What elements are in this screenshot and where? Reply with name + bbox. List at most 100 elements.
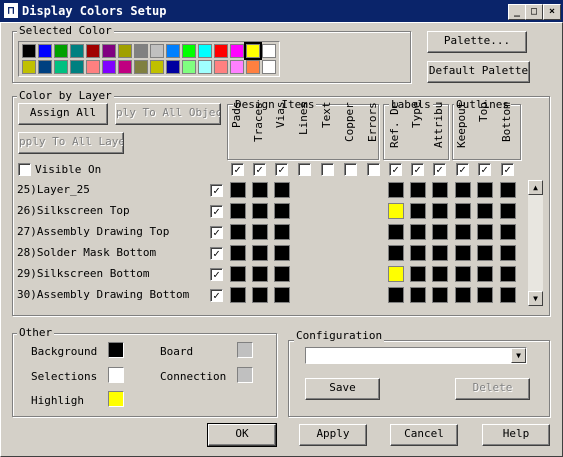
layer-color-cell[interactable] bbox=[388, 287, 404, 303]
connection-color-swatch[interactable] bbox=[237, 367, 253, 383]
layer-color-cell[interactable] bbox=[410, 224, 426, 240]
layer-color-cell[interactable] bbox=[477, 182, 493, 198]
layer-color-cell[interactable] bbox=[477, 266, 493, 282]
column-visible-checkbox[interactable]: ✓ bbox=[456, 163, 469, 176]
layer-visible-checkbox[interactable]: ✓ bbox=[210, 205, 223, 218]
layer-color-cell[interactable] bbox=[432, 287, 448, 303]
layer-color-cell[interactable] bbox=[230, 224, 246, 240]
palette-swatch[interactable] bbox=[244, 42, 262, 60]
layer-color-cell[interactable] bbox=[252, 266, 268, 282]
palette-swatch[interactable] bbox=[150, 44, 164, 58]
palette-swatch[interactable] bbox=[118, 44, 132, 58]
palette-swatch[interactable] bbox=[182, 44, 196, 58]
layer-color-cell[interactable] bbox=[274, 224, 290, 240]
layer-color-cell[interactable] bbox=[274, 287, 290, 303]
layer-color-cell[interactable] bbox=[410, 182, 426, 198]
palette-swatch[interactable] bbox=[70, 60, 84, 74]
layer-color-cell[interactable] bbox=[477, 224, 493, 240]
layer-color-cell[interactable] bbox=[455, 266, 471, 282]
layer-color-cell[interactable] bbox=[388, 266, 404, 282]
palette-swatch[interactable] bbox=[134, 60, 148, 74]
background-color-swatch[interactable] bbox=[108, 342, 124, 358]
palette-swatch[interactable] bbox=[166, 60, 180, 74]
layer-color-cell[interactable] bbox=[432, 245, 448, 261]
layer-color-cell[interactable] bbox=[252, 203, 268, 219]
layer-color-cell[interactable] bbox=[274, 203, 290, 219]
layer-color-cell[interactable] bbox=[274, 245, 290, 261]
layer-color-cell[interactable] bbox=[230, 245, 246, 261]
layer-color-cell[interactable] bbox=[500, 245, 516, 261]
palette-swatch[interactable] bbox=[54, 60, 68, 74]
layer-color-cell[interactable] bbox=[388, 224, 404, 240]
layer-color-cell[interactable] bbox=[432, 182, 448, 198]
palette-swatch[interactable] bbox=[198, 44, 212, 58]
layer-color-cell[interactable] bbox=[274, 182, 290, 198]
palette-swatch[interactable] bbox=[182, 60, 196, 74]
cancel-button[interactable]: Cancel bbox=[390, 424, 458, 446]
column-visible-checkbox[interactable]: ✓ bbox=[231, 163, 244, 176]
selections-color-swatch[interactable] bbox=[108, 367, 124, 383]
layer-color-cell[interactable] bbox=[252, 287, 268, 303]
palette-swatch[interactable] bbox=[214, 44, 228, 58]
palette-swatch[interactable] bbox=[22, 44, 36, 58]
close-button[interactable]: × bbox=[543, 4, 561, 20]
palette-button[interactable]: Palette... bbox=[427, 31, 527, 53]
layer-color-cell[interactable] bbox=[230, 266, 246, 282]
layer-color-cell[interactable] bbox=[455, 182, 471, 198]
delete-button[interactable]: Delete bbox=[455, 378, 530, 400]
palette-swatch[interactable] bbox=[70, 44, 84, 58]
visible-on-checkbox[interactable] bbox=[18, 163, 31, 176]
palette-swatch[interactable] bbox=[246, 60, 260, 74]
palette-swatch[interactable] bbox=[118, 60, 132, 74]
layer-color-cell[interactable] bbox=[432, 224, 448, 240]
layer-color-cell[interactable] bbox=[252, 224, 268, 240]
layer-visible-checkbox[interactable]: ✓ bbox=[210, 289, 223, 302]
palette-swatch[interactable] bbox=[166, 44, 180, 58]
configuration-dropdown[interactable]: ▼ bbox=[305, 347, 527, 364]
palette-swatch[interactable] bbox=[230, 60, 244, 74]
layer-visible-checkbox[interactable]: ✓ bbox=[210, 184, 223, 197]
layer-color-cell[interactable] bbox=[388, 245, 404, 261]
layer-color-cell[interactable] bbox=[500, 182, 516, 198]
apply-button[interactable]: Apply bbox=[299, 424, 367, 446]
palette-swatch[interactable] bbox=[198, 60, 212, 74]
highlight-color-swatch[interactable] bbox=[108, 391, 124, 407]
palette-swatch[interactable] bbox=[102, 60, 116, 74]
board-color-swatch[interactable] bbox=[237, 342, 253, 358]
column-visible-checkbox[interactable]: ✓ bbox=[501, 163, 514, 176]
layer-color-cell[interactable] bbox=[410, 203, 426, 219]
layer-color-cell[interactable] bbox=[388, 182, 404, 198]
palette-swatch[interactable] bbox=[230, 44, 244, 58]
palette-swatch[interactable] bbox=[262, 44, 276, 58]
ok-button[interactable]: OK bbox=[207, 423, 277, 447]
palette-swatch[interactable] bbox=[38, 44, 52, 58]
maximize-button[interactable]: □ bbox=[525, 4, 543, 20]
layer-color-cell[interactable] bbox=[500, 203, 516, 219]
help-button[interactable]: Help bbox=[482, 424, 550, 446]
layer-color-cell[interactable] bbox=[274, 266, 290, 282]
layer-color-cell[interactable] bbox=[455, 203, 471, 219]
layer-color-cell[interactable] bbox=[500, 224, 516, 240]
palette-swatch[interactable] bbox=[262, 60, 276, 74]
chevron-down-icon[interactable]: ▼ bbox=[511, 348, 526, 363]
column-visible-checkbox[interactable]: ✓ bbox=[478, 163, 491, 176]
palette-swatch[interactable] bbox=[86, 44, 100, 58]
layer-color-cell[interactable] bbox=[230, 203, 246, 219]
layer-color-cell[interactable] bbox=[500, 266, 516, 282]
assign-all-button[interactable]: Assign All bbox=[18, 103, 108, 125]
layer-visible-checkbox[interactable]: ✓ bbox=[210, 268, 223, 281]
layer-color-cell[interactable] bbox=[477, 245, 493, 261]
minimize-button[interactable]: _ bbox=[508, 4, 526, 20]
palette-swatch[interactable] bbox=[134, 44, 148, 58]
layer-color-cell[interactable] bbox=[432, 266, 448, 282]
layer-color-cell[interactable] bbox=[252, 245, 268, 261]
default-palette-button[interactable]: Default Palette bbox=[427, 61, 530, 83]
layer-color-cell[interactable] bbox=[230, 182, 246, 198]
layer-color-cell[interactable] bbox=[455, 245, 471, 261]
apply-to-all-layers-button[interactable]: pply To All Layer bbox=[18, 132, 124, 154]
palette-swatch[interactable] bbox=[54, 44, 68, 58]
layer-scrollbar[interactable] bbox=[528, 180, 543, 306]
palette-swatch[interactable] bbox=[102, 44, 116, 58]
column-visible-checkbox[interactable]: ✓ bbox=[253, 163, 266, 176]
layer-visible-checkbox[interactable]: ✓ bbox=[210, 226, 223, 239]
